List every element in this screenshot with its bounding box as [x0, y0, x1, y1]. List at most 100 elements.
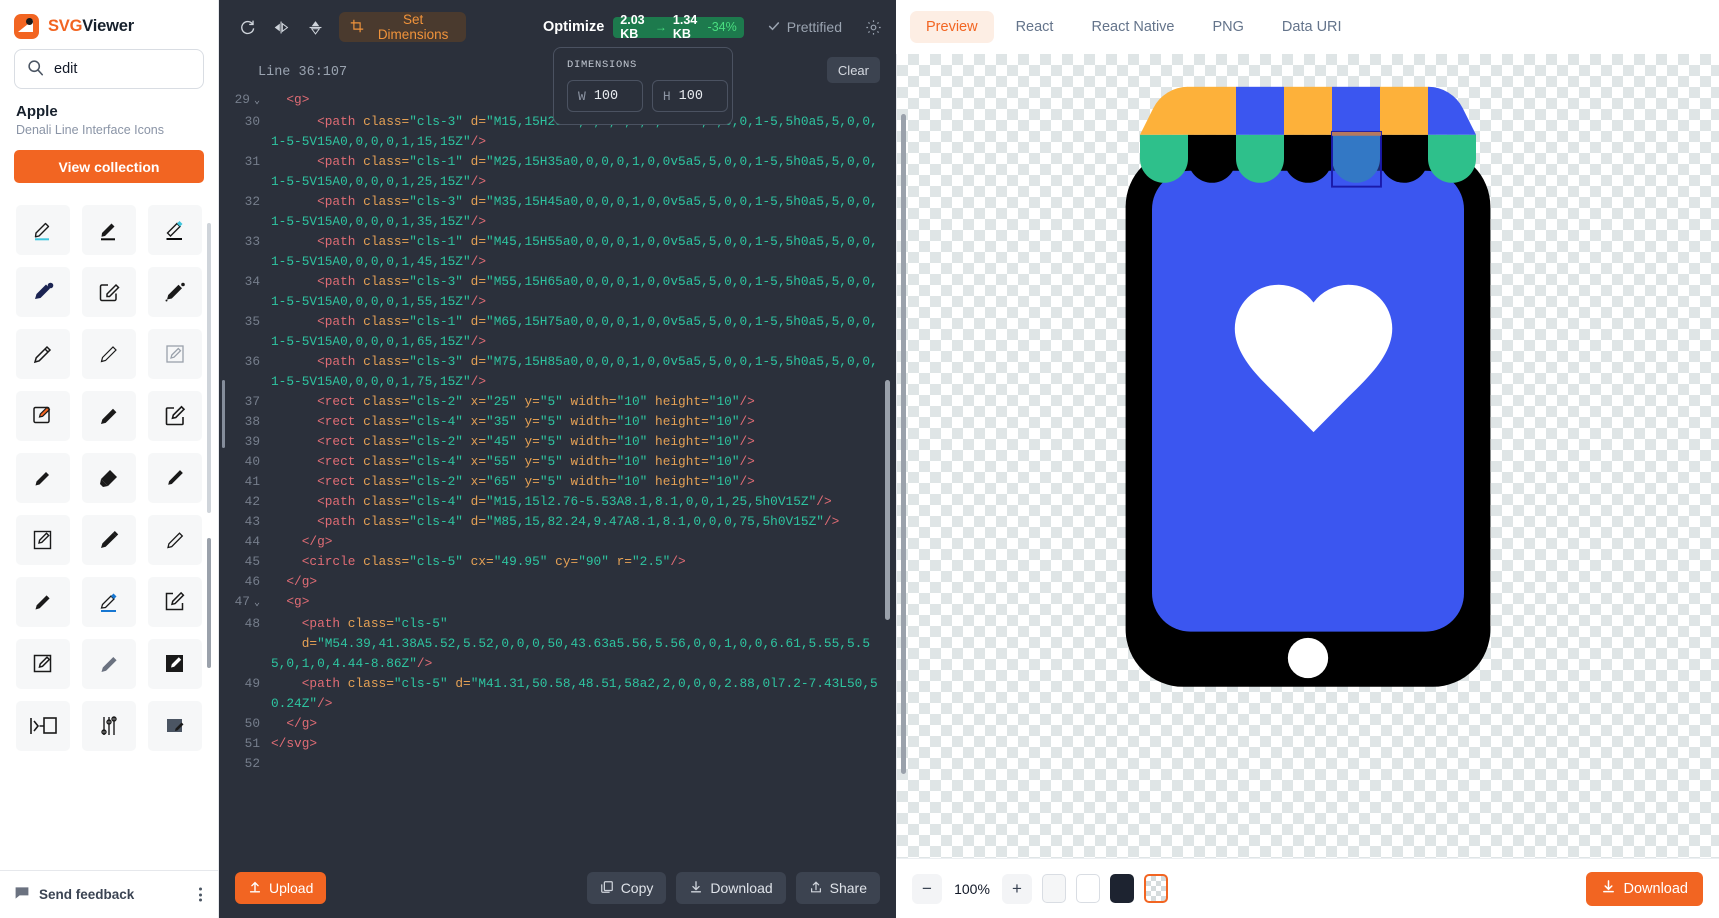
background-dark-swatch[interactable]: [1110, 874, 1134, 903]
code-line[interactable]: 48 <path class="cls-5" d="M54.39,41.38A5…: [219, 614, 884, 674]
width-field[interactable]: W: [567, 80, 643, 112]
code-line[interactable]: 32 <path class="cls-3" d="M35,15H45a0,0,…: [219, 192, 884, 232]
tab-react[interactable]: React: [1000, 11, 1070, 43]
background-transparent-swatch[interactable]: [1144, 874, 1168, 903]
icon-result-pencil-filled-navy-icon[interactable]: [16, 267, 70, 317]
size-before: 2.03 KB: [620, 13, 645, 41]
code-line[interactable]: 37 <rect class="cls-2" x="25" y="5" widt…: [219, 392, 884, 412]
icon-result-pencil-thin-icon[interactable]: [82, 329, 136, 379]
sidebar-scroll-thumb[interactable]: [207, 538, 211, 668]
height-field[interactable]: H: [651, 80, 728, 112]
code-line[interactable]: 50 </g>: [219, 714, 884, 734]
icon-result-edit-document-icon[interactable]: [16, 515, 70, 565]
upload-button[interactable]: Upload: [235, 872, 327, 904]
icon-result-pencil-underline-icon[interactable]: [16, 205, 70, 255]
icon-result-square-edit-icon[interactable]: [148, 577, 202, 627]
code-line[interactable]: 31 <path class="cls-1" d="M25,15H35a0,0,…: [219, 152, 884, 192]
icon-result-pencil-bold-underline-icon[interactable]: [82, 205, 136, 255]
search-input[interactable]: [54, 61, 191, 77]
more-options-icon[interactable]: [199, 885, 202, 904]
code-line-text: <circle class="cls-5" cx="49.95" cy="90"…: [301, 554, 686, 569]
tab-preview[interactable]: Preview: [910, 11, 994, 43]
zoom-out-button[interactable]: −: [912, 873, 942, 904]
icon-result-pencil-grey-icon[interactable]: [82, 639, 136, 689]
preview-scrollbar[interactable]: [899, 54, 906, 774]
flip-vertical-icon[interactable]: [301, 11, 330, 43]
preview-scroll-thumb[interactable]: [901, 114, 906, 774]
send-feedback-bar[interactable]: Send feedback: [0, 870, 218, 918]
code-line[interactable]: 38 <rect class="cls-4" x="35" y="5" widt…: [219, 412, 884, 432]
preview-download-button[interactable]: Download: [1585, 871, 1703, 906]
code-line[interactable]: 44 </g>: [219, 532, 884, 552]
height-input[interactable]: [678, 88, 717, 104]
zoom-in-button[interactable]: +: [1002, 873, 1032, 904]
view-collection-button[interactable]: View collection: [14, 150, 204, 183]
icon-result-pencil-stroke-icon[interactable]: [16, 639, 70, 689]
code-line[interactable]: 39 <rect class="cls-2" x="45" y="5" widt…: [219, 432, 884, 452]
icon-result-pencil-line-icon[interactable]: [16, 453, 70, 503]
code-line-text: </g>: [286, 574, 318, 589]
code-line[interactable]: 40 <rect class="cls-4" x="55" y="5" widt…: [219, 452, 884, 472]
code-line[interactable]: 47 ⌄ <g>: [219, 592, 884, 614]
code-line[interactable]: 35 <path class="cls-1" d="M65,15H75a0,0,…: [219, 312, 884, 352]
icon-result-pencil-diagonal-icon[interactable]: [16, 577, 70, 627]
code-line[interactable]: 30 <path class="cls-3" d="M15,15H25a0,0,…: [219, 112, 884, 152]
icon-result-pencil-teal-underline-icon[interactable]: [148, 205, 202, 255]
icon-result-code-edit-icon[interactable]: [16, 701, 70, 751]
tab-react-native[interactable]: React Native: [1075, 11, 1190, 43]
share-button[interactable]: Share: [795, 872, 880, 904]
icon-result-pen-icon[interactable]: [82, 515, 136, 565]
code-scrollbar[interactable]: [885, 90, 893, 858]
code-line[interactable]: 42 <path class="cls-4" d="M15,15l2.76-5.…: [219, 492, 884, 512]
code-line[interactable]: 29 ⌄ <g>: [219, 90, 884, 112]
icon-result-note-pencil-icon[interactable]: [16, 391, 70, 441]
code-line[interactable]: 41 <rect class="cls-2" x="65" y="5" widt…: [219, 472, 884, 492]
icon-grid: [16, 205, 202, 751]
icon-result-sliders-icon[interactable]: [82, 701, 136, 751]
code-line[interactable]: 52: [219, 754, 884, 774]
icon-result-pencil-tip-icon[interactable]: [148, 453, 202, 503]
tab-data-uri[interactable]: Data URI: [1266, 11, 1358, 43]
width-input[interactable]: [593, 88, 632, 104]
copy-button[interactable]: Copy: [586, 872, 667, 904]
code-line[interactable]: 46 </g>: [219, 572, 884, 592]
code-line[interactable]: 49 <path class="cls-5" d="M41.31,50.58,4…: [219, 674, 884, 714]
tab-png[interactable]: PNG: [1196, 11, 1259, 43]
refresh-icon[interactable]: [233, 11, 262, 43]
code-line[interactable]: 33 <path class="cls-1" d="M45,15H55a0,0,…: [219, 232, 884, 272]
clear-button[interactable]: Clear: [826, 57, 880, 83]
code-scroll-thumb[interactable]: [885, 380, 890, 620]
icon-result-square-pencil-icon[interactable]: [82, 267, 136, 317]
code-line[interactable]: 45 <circle class="cls-5" cx="49.95" cy="…: [219, 552, 884, 572]
editor-download-button[interactable]: Download: [676, 872, 786, 904]
icon-result-pencil-slim-icon[interactable]: [148, 515, 202, 565]
brand-logo-area[interactable]: SVGViewer: [0, 0, 218, 49]
chevron-down-icon[interactable]: ⌄: [254, 96, 260, 107]
code-area[interactable]: 29 ⌄ <g> 30 <path class="cls-3" d="M15,15H…: [219, 90, 896, 858]
icon-result-marker-icon[interactable]: [82, 453, 136, 503]
icon-result-pencil-in-box-icon[interactable]: [148, 329, 202, 379]
set-dimensions-button[interactable]: Set Dimensions: [339, 12, 467, 42]
code-line-number: 37: [244, 394, 260, 409]
flip-horizontal-icon[interactable]: [267, 11, 296, 43]
icon-result-pencil-solid-icon[interactable]: [82, 391, 136, 441]
icon-result-pencil-sparkle-icon[interactable]: [148, 267, 202, 317]
prettified-status[interactable]: Prettified: [767, 19, 842, 36]
code-line[interactable]: 34 <path class="cls-3" d="M55,15H65a0,0,…: [219, 272, 884, 312]
code-line[interactable]: 51 </svg>: [219, 734, 884, 754]
search-box[interactable]: [14, 49, 204, 89]
icon-result-pencil-square-filled-icon[interactable]: [148, 639, 202, 689]
icon-result-pencil-outline-icon[interactable]: [16, 329, 70, 379]
chevron-down-icon[interactable]: ⌄: [254, 598, 260, 609]
code-line[interactable]: 36 <path class="cls-3" d="M75,15H85a0,0,…: [219, 352, 884, 392]
gear-icon[interactable]: [865, 19, 882, 36]
icon-result-pencil-teal-diagonal-icon[interactable]: [82, 577, 136, 627]
background-white-swatch[interactable]: [1076, 874, 1100, 903]
sidebar-scrollbar[interactable]: [207, 183, 215, 870]
icon-result-square-pencil-bold-icon[interactable]: [148, 391, 202, 441]
icon-result-image-edit-icon[interactable]: [148, 701, 202, 751]
background-light-grey-swatch[interactable]: [1042, 874, 1066, 903]
code-line[interactable]: 43 <path class="cls-4" d="M85,15,82.24,9…: [219, 512, 884, 532]
preview-canvas[interactable]: [896, 54, 1719, 858]
code-lines[interactable]: 29 ⌄ <g> 30 <path class="cls-3" d="M15,15H…: [219, 90, 884, 774]
